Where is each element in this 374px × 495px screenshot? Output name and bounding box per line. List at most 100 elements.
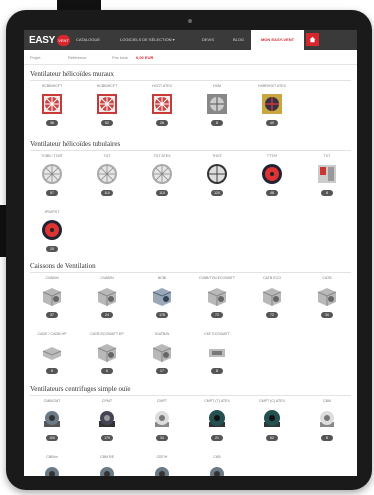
product-label: TCBB / TCBT xyxy=(41,154,63,158)
product-image-icon[interactable] xyxy=(95,463,119,476)
product-image-icon[interactable] xyxy=(150,340,174,364)
product-image-icon[interactable] xyxy=(40,218,64,242)
product-card[interactable]: CBT/H xyxy=(138,455,186,476)
reference-select[interactable]: Référence xyxy=(68,55,86,60)
product-label: CKF ECOWATT xyxy=(204,332,230,336)
product-image-icon[interactable] xyxy=(205,284,229,308)
product-card[interactable]: CVAB/N 37 xyxy=(28,276,76,336)
product-image-icon[interactable] xyxy=(205,340,229,364)
product-image-icon[interactable] xyxy=(95,284,119,308)
product-image-icon[interactable] xyxy=(40,463,64,476)
product-card[interactable]: CKF ECOWATT 8 xyxy=(193,332,241,392)
nav-item-mon-easyvent-label: MON EASY-VENT xyxy=(260,37,295,42)
product-card[interactable]: TTT/H 48 xyxy=(248,154,296,214)
product-image-icon[interactable] xyxy=(315,284,339,308)
product-image-icon[interactable] xyxy=(40,284,64,308)
product-label: HXBR/HXT ATEX xyxy=(257,84,287,88)
product-count-badge: 30 xyxy=(321,312,333,318)
product-image-icon[interactable] xyxy=(150,162,174,186)
top-nav: EASY VENT CATALOGUE LOGICIELS DE SÉLECTI… xyxy=(24,30,357,50)
product-card[interactable]: CBB/m xyxy=(28,455,76,476)
nav-item-logiciels[interactable]: LOGICIELS DE SÉLECTION ▾ xyxy=(120,37,175,42)
nav-item-blog[interactable]: BLOG xyxy=(233,37,244,42)
product-label: HCGT ATEX xyxy=(151,84,173,88)
product-image-icon[interactable] xyxy=(95,340,119,364)
product-label: CMPT (T) ATEX xyxy=(204,399,230,403)
section-divider xyxy=(30,80,351,81)
projet-select[interactable]: Projet xyxy=(30,55,40,60)
product-label: TGT xyxy=(103,154,111,158)
product-label: CMPT (C) ATEX xyxy=(258,399,286,403)
product-count-badge: 36 xyxy=(46,120,58,126)
product-card[interactable]: HCBB/HCFT 36 xyxy=(28,84,76,144)
product-image-icon[interactable] xyxy=(40,407,64,431)
product-image-icon[interactable] xyxy=(95,92,119,116)
product-image-icon[interactable] xyxy=(150,284,174,308)
product-image-icon[interactable] xyxy=(260,407,284,431)
product-card[interactable]: TGT ATEX 110 xyxy=(138,154,186,214)
section-divider xyxy=(30,272,351,273)
product-image-icon[interactable] xyxy=(150,92,174,116)
product-card[interactable]: CVAB/TVN ECOWATT 72 xyxy=(193,276,241,336)
product-card[interactable]: CBM 8 xyxy=(303,399,351,459)
product-card[interactable]: CATB ECOWATT EP 6 xyxy=(83,332,131,392)
product-image-icon[interactable] xyxy=(95,162,119,186)
product-card[interactable]: HCGT ATEX 26 xyxy=(138,84,186,144)
section-divider xyxy=(30,150,351,151)
product-card[interactable]: CVAB/N 24 xyxy=(83,276,131,336)
product-image-icon[interactable] xyxy=(260,92,284,116)
product-label: TGT ATEX xyxy=(153,154,171,158)
product-image-icon[interactable] xyxy=(40,162,64,186)
product-card[interactable]: CMPT (C) ATEX 62 xyxy=(248,399,296,459)
tablet-camera xyxy=(188,19,192,23)
product-count-badge: 48 xyxy=(266,190,278,196)
product-card[interactable]: THGT 120 xyxy=(193,154,241,214)
product-image-icon[interactable] xyxy=(150,407,174,431)
product-image-icon[interactable] xyxy=(260,284,284,308)
nav-item-devis[interactable]: DEVIS xyxy=(202,37,214,42)
product-card[interactable]: CMPT 34 xyxy=(138,399,186,459)
product-card[interactable]: TCBB / TCBT 97 xyxy=(28,154,76,214)
product-image-icon[interactable] xyxy=(150,463,174,476)
product-label: CVAB/TVN ECOWATT xyxy=(198,276,236,280)
product-card[interactable]: CATB 30 xyxy=(303,276,351,336)
product-card[interactable]: CADE / CADB HP 8 xyxy=(28,332,76,392)
home-button[interactable] xyxy=(306,33,319,46)
product-image-icon[interactable] xyxy=(40,92,64,116)
product-card[interactable]: CKB xyxy=(193,455,241,476)
product-image-icon[interactable] xyxy=(205,92,229,116)
product-card[interactable]: CATB ECO 72 xyxy=(248,276,296,336)
product-image-icon[interactable] xyxy=(260,162,284,186)
product-card[interactable]: CMB/CMT 100 xyxy=(28,399,76,459)
product-card[interactable]: HCBB/HCFT 52 xyxy=(83,84,131,144)
nav-item-mon-easyvent[interactable]: MON EASY-VENT xyxy=(251,30,304,50)
logo[interactable]: EASY VENT xyxy=(29,34,71,46)
product-card[interactable]: TGT 110 xyxy=(83,154,131,214)
product-card[interactable]: NCBI 178 xyxy=(138,276,186,336)
section-title: Ventilateur hélicoïdes tubulaires xyxy=(30,140,121,148)
product-image-icon[interactable] xyxy=(95,407,119,431)
product-count-badge: 40 xyxy=(266,120,278,126)
product-count-badge: 24 xyxy=(101,312,113,318)
product-label: CVAB/N xyxy=(100,276,114,280)
product-card[interactable]: IGATB/N 17 xyxy=(138,332,186,392)
product-image-icon[interactable] xyxy=(315,162,339,186)
product-card[interactable]: CMPT (T) ATEX 21 xyxy=(193,399,241,459)
product-count-badge: 20 xyxy=(46,246,58,252)
product-card[interactable]: IPX/IPXT 20 xyxy=(28,210,76,270)
product-label: CBM xyxy=(323,399,331,403)
product-label: TXT xyxy=(323,154,331,158)
product-image-icon[interactable] xyxy=(315,407,339,431)
project-bar: Projet Référence Prix total 0,00 EUR xyxy=(24,50,357,65)
product-image-icon[interactable] xyxy=(205,407,229,431)
product-count-badge: 97 xyxy=(46,190,58,196)
nav-item-catalogue[interactable]: CATALOGUE xyxy=(76,37,100,42)
product-card[interactable]: CBM RE xyxy=(83,455,131,476)
product-card[interactable]: HXBR/HXT ATEX 40 xyxy=(248,84,296,144)
product-image-icon[interactable] xyxy=(205,162,229,186)
product-image-icon[interactable] xyxy=(205,463,229,476)
product-card[interactable]: CPMT 179 xyxy=(83,399,131,459)
product-card[interactable]: HXM 8 xyxy=(193,84,241,144)
product-image-icon[interactable] xyxy=(40,340,64,364)
product-card[interactable]: TXT 8 xyxy=(303,154,351,214)
